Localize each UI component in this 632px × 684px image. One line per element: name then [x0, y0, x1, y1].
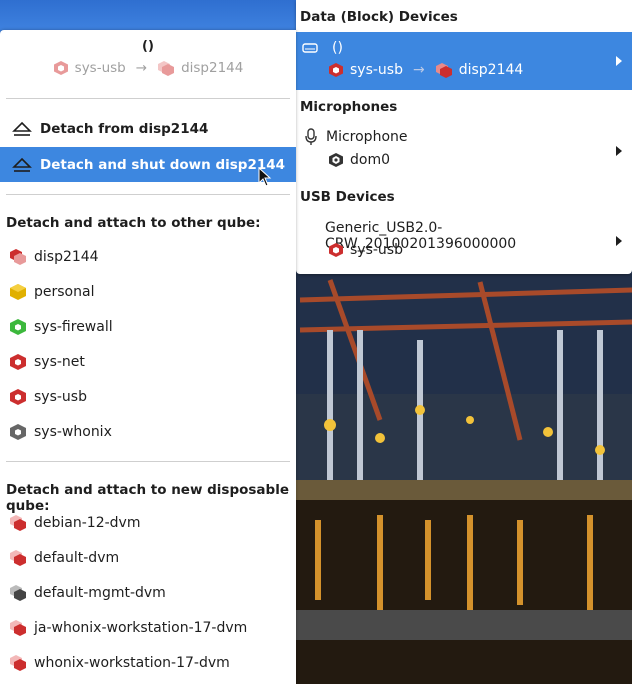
separator: [6, 461, 290, 462]
submenu-arrow-icon: [616, 56, 622, 66]
qube-icon: [9, 388, 27, 406]
qube-label: personal: [34, 283, 95, 300]
dvm-item-default-dvm[interactable]: default-dvm: [0, 540, 296, 575]
microphone-name: Microphone: [326, 129, 408, 145]
dom0-icon: [328, 152, 344, 168]
qube-item-personal[interactable]: personal: [0, 274, 296, 309]
usb-device-item[interactable]: Generic_USB2.0-CRW_20100201396000000 sys…: [296, 212, 632, 270]
qube-item-sys-firewall[interactable]: sys-firewall: [0, 309, 296, 344]
mouse-cursor-icon: [258, 167, 272, 187]
dvm-item-default-mgmt-dvm[interactable]: default-mgmt-dvm: [0, 575, 296, 610]
block-device-name: (): [332, 40, 343, 56]
qube-label: sys-usb: [34, 388, 87, 405]
detach-shutdown-label: Detach and shut down disp2144: [40, 156, 286, 173]
qube-icon: [9, 318, 27, 336]
detach-label: Detach from disp2144: [40, 120, 209, 137]
arrow-icon: →: [412, 62, 425, 78]
separator: [6, 98, 290, 99]
separator: [6, 194, 290, 195]
attach-other-heading: Detach and attach to other qube:: [6, 215, 261, 231]
qube-label: sys-net: [34, 353, 85, 370]
device-context-menu: () sys-usb → disp2144 Detach from disp21…: [0, 30, 296, 684]
qube-item-sys-usb[interactable]: sys-usb: [0, 379, 296, 414]
menu-device-route: sys-usb → disp2144: [0, 60, 296, 76]
detach-button[interactable]: Detach from disp2144: [0, 111, 296, 146]
qube-item-disp2144[interactable]: disp2144: [0, 239, 296, 274]
dvm-label: debian-12-dvm: [34, 514, 141, 531]
qube-label: disp2144: [34, 248, 99, 265]
disposable-template-icon: [9, 514, 27, 532]
qube-icon: [9, 353, 27, 371]
disposable-qube-icon: [157, 60, 175, 76]
detach-shutdown-button[interactable]: Detach and shut down disp2144: [0, 147, 296, 182]
devices-panel: Data (Block) Devices () sys-usb → disp21…: [296, 0, 632, 274]
disposable-qube-icon: [435, 62, 453, 78]
microphones-heading: Microphones: [300, 99, 398, 115]
submenu-arrow-icon: [616, 236, 622, 246]
dvm-label: default-mgmt-dvm: [34, 584, 166, 601]
qube-item-sys-net[interactable]: sys-net: [0, 344, 296, 379]
eject-icon: [12, 157, 32, 173]
dvm-label: whonix-workstation-17-dvm: [34, 654, 230, 671]
dvm-item-ja-whonix-workstation-17-dvm[interactable]: ja-whonix-workstation-17-dvm: [0, 610, 296, 645]
qube-icon: [328, 62, 344, 78]
microphone-device-item[interactable]: Microphone dom0: [296, 122, 632, 178]
usb-device-qube: sys-usb: [350, 242, 403, 258]
menu-device-title: (): [142, 39, 154, 54]
qube-icon: [9, 423, 27, 441]
dvm-item-whonix-workstation-17-dvm[interactable]: whonix-workstation-17-dvm: [0, 645, 296, 680]
disposable-qube-icon: [9, 248, 27, 266]
arrow-icon: →: [135, 60, 148, 76]
dvm-label: default-dvm: [34, 549, 120, 566]
disposable-template-icon: [9, 584, 27, 602]
usb-devices-heading: USB Devices: [300, 189, 395, 205]
disposable-template-icon: [9, 654, 27, 672]
qube-label: sys-firewall: [34, 318, 113, 335]
submenu-arrow-icon: [616, 146, 622, 156]
disposable-template-icon: [9, 619, 27, 637]
block-devices-heading: Data (Block) Devices: [300, 9, 458, 25]
route-target-qube: disp2144: [181, 60, 244, 76]
qube-item-sys-whonix[interactable]: sys-whonix: [0, 414, 296, 449]
eject-icon: [12, 121, 32, 137]
block-target-qube: disp2144: [458, 62, 524, 78]
drive-icon: [302, 41, 318, 55]
qube-icon: [9, 283, 27, 301]
qube-icon: [53, 60, 69, 76]
block-source-qube: sys-usb: [350, 62, 403, 78]
dvm-item-debian-12-dvm[interactable]: debian-12-dvm: [0, 505, 296, 540]
microphone-icon: [304, 128, 318, 146]
dvm-label: ja-whonix-workstation-17-dvm: [34, 619, 248, 636]
route-source-qube: sys-usb: [74, 60, 126, 76]
disposable-template-icon: [9, 549, 27, 567]
qube-label: sys-whonix: [34, 423, 112, 440]
qube-icon: [328, 242, 344, 258]
block-device-item[interactable]: () sys-usb → disp2144: [296, 32, 632, 90]
microphone-qube: dom0: [350, 152, 390, 168]
